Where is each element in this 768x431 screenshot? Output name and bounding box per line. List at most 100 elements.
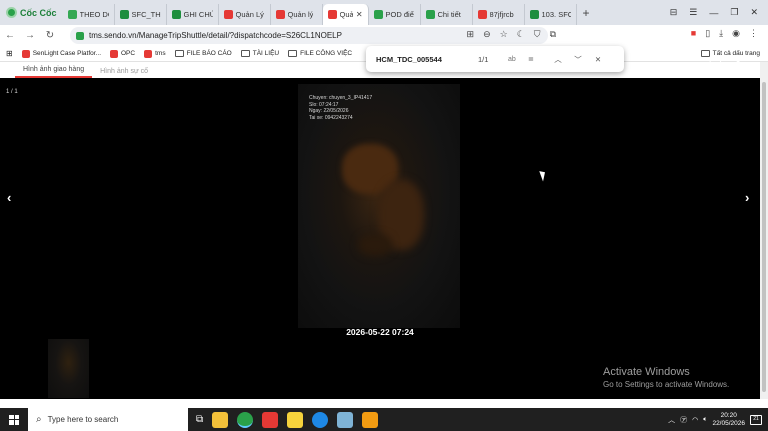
wps-office-icon[interactable]	[262, 411, 279, 428]
notification-center-icon[interactable]: 21	[750, 414, 762, 425]
folder-icon	[288, 50, 298, 57]
folder-icon	[174, 50, 184, 57]
sendo-icon	[223, 10, 233, 19]
browser-tab[interactable]: 87jfjrcb	[473, 4, 525, 25]
sendo-icon	[275, 10, 285, 19]
taskbar-search[interactable]: ⌕ Type here to search	[28, 408, 188, 431]
sendo-icon	[327, 10, 337, 19]
app-orange-icon[interactable]	[362, 411, 379, 428]
apps-grid-icon[interactable]: ⊞	[6, 49, 13, 58]
browser-tab-strip: Cốc Cốc THEO DÕSFC_THEGHI CHÚQuản LýQuản…	[0, 0, 768, 25]
brand-name: Cốc Cốc	[20, 7, 57, 18]
mouse-cursor	[539, 169, 548, 182]
coccoc-logo[interactable]: Cốc Cốc	[0, 0, 63, 25]
tab-delivery-images[interactable]: Hình ảnh giao hàng	[15, 66, 93, 78]
sendo-icon	[144, 49, 153, 58]
image-viewer: Hình ảnh giao hàng Hình ảnh sự cố ◯ ✕ 1 …	[0, 54, 760, 408]
tab-incident-images[interactable]: Hình ảnh sự cố	[92, 68, 156, 78]
page-scrollbar[interactable]	[760, 62, 768, 408]
activate-windows-watermark: Activate Windows Go to Settings to activ…	[603, 366, 730, 389]
windows-taskbar: ⌕ Type here to search ⧉ ︿ ㋐ ◠ 🔈︎ 20:20 2…	[0, 408, 768, 431]
close-viewer-icon[interactable]: ✕	[732, 54, 744, 71]
browser-tab[interactable]: Quản lý	[271, 4, 323, 25]
tab-search-icon[interactable]: ⊟	[670, 7, 678, 18]
tray-chevron-icon[interactable]: ︿	[668, 415, 675, 425]
find-next-button[interactable]: ﹀	[568, 54, 588, 65]
volume-icon[interactable]: 🔈︎	[703, 416, 707, 424]
zoom-viewer-icon[interactable]: ◯	[709, 56, 722, 70]
dark-mode-icon[interactable]: ☾	[517, 29, 525, 40]
url-text[interactable]: tms.sendo.vn/ManageTripShuttle/detail/?d…	[89, 31, 342, 40]
search-icon: ⌕	[36, 414, 42, 425]
back-button[interactable]: ←	[0, 30, 20, 41]
sheets-icon	[171, 10, 181, 19]
browser-tab[interactable]: Chi tiết	[421, 4, 473, 25]
close-tab-icon[interactable]: ✕	[356, 10, 363, 19]
minimize-button[interactable]: —	[709, 8, 718, 18]
browser-tab[interactable]: THEO DÕ	[63, 4, 115, 25]
extensions-icon[interactable]: ⧉	[550, 29, 556, 40]
start-button[interactable]	[0, 414, 28, 425]
sheets-icon	[119, 10, 129, 19]
notepad-icon[interactable]	[337, 411, 354, 428]
photo-thumbnail[interactable]	[48, 339, 89, 398]
menu-icon[interactable]: ⋮	[749, 28, 758, 39]
browser-tab[interactable]: POD điể	[369, 4, 421, 25]
file-explorer-icon[interactable]	[212, 411, 229, 428]
browser-tab[interactable]: Quả ✕	[322, 4, 369, 25]
browser-tab[interactable]: Quản Lý	[219, 4, 271, 25]
windows-logo-icon	[9, 414, 19, 425]
photo-caption: 2026-05-22 07:24	[346, 327, 414, 337]
delivery-photo: Chuyen: chuyen_3_IP41417 Slo: 07:24:17 N…	[298, 84, 460, 328]
bookmark-item[interactable]: TÀI LIỆU	[240, 50, 279, 58]
find-previous-button[interactable]: ︿	[548, 54, 568, 65]
bookmark-item[interactable]: OPC	[110, 49, 135, 58]
photo-timestamp-overlay: Chuyen: chuyen_3_IP41417 Slo: 07:24:17 N…	[309, 95, 373, 121]
page-footer-strip	[0, 399, 768, 408]
task-view-icon[interactable]: ⧉	[196, 414, 203, 425]
new-tab-button[interactable]: +	[577, 6, 596, 20]
forward-button[interactable]: →	[20, 30, 40, 41]
download-icon[interactable]: ⤓	[719, 28, 723, 39]
close-window-button[interactable]: ✕	[750, 7, 758, 18]
network-icon[interactable]: ◠	[692, 416, 698, 424]
image-counter: 1 / 1	[6, 89, 18, 95]
profile-icon[interactable]: ◉	[732, 28, 740, 39]
bookmark-item[interactable]: FILE CÔNG VIỆC	[288, 50, 352, 58]
bookmark-item[interactable]: tms	[144, 49, 166, 58]
previous-image-button[interactable]: ‹	[7, 190, 11, 205]
restore-button[interactable]: ❐	[730, 7, 738, 18]
reload-button[interactable]: ↻	[40, 30, 60, 41]
bookmark-item[interactable]: SenLight Case Platfor...	[21, 49, 101, 58]
whole-word-icon[interactable]: ≣	[528, 55, 548, 63]
find-close-button[interactable]: ✕	[588, 55, 608, 64]
find-input[interactable]: HCM_TDC_005544	[366, 55, 478, 64]
sidebar-icon[interactable]: ▯	[705, 28, 710, 39]
scrollbar-thumb[interactable]	[762, 82, 766, 392]
folder-icon	[240, 50, 250, 57]
system-tray: ︿ ㋐ ◠ 🔈︎ 20:20 22/05/2026 21	[668, 412, 768, 428]
bookmark-item[interactable]: FILE BÁO CÁO	[174, 50, 232, 58]
globe-icon	[425, 10, 435, 19]
taskbar-clock[interactable]: 20:20 22/05/2026	[712, 412, 745, 428]
match-case-icon[interactable]: ab	[508, 56, 528, 63]
coccoc-menu-icon[interactable]: ☰	[689, 7, 697, 18]
next-image-button[interactable]: ›	[745, 190, 749, 205]
bookmark-star-icon[interactable]: ☆	[500, 29, 508, 40]
site-info-icon[interactable]	[76, 31, 84, 40]
coccoc-icon	[6, 7, 17, 18]
sticky-notes-icon[interactable]	[287, 411, 304, 428]
browser-tab[interactable]: SFC_THE	[115, 4, 167, 25]
shield-icon[interactable]: ⛉	[534, 29, 541, 40]
browser-tab[interactable]: 103. SFC	[525, 4, 577, 25]
sendo-icon	[110, 49, 118, 58]
zoom-icon[interactable]: ⊖	[483, 29, 491, 40]
extension-sendo-icon[interactable]: ■	[691, 28, 696, 39]
language-icon[interactable]: ㋐	[680, 415, 687, 425]
translate-icon[interactable]: ⊞	[467, 29, 475, 40]
sheets-icon	[529, 10, 539, 19]
browser-tab[interactable]: GHI CHÚ	[167, 4, 219, 25]
coccoc-taskbar-icon[interactable]	[237, 411, 254, 428]
globe-icon	[373, 10, 383, 19]
zalo-icon[interactable]	[312, 411, 329, 428]
